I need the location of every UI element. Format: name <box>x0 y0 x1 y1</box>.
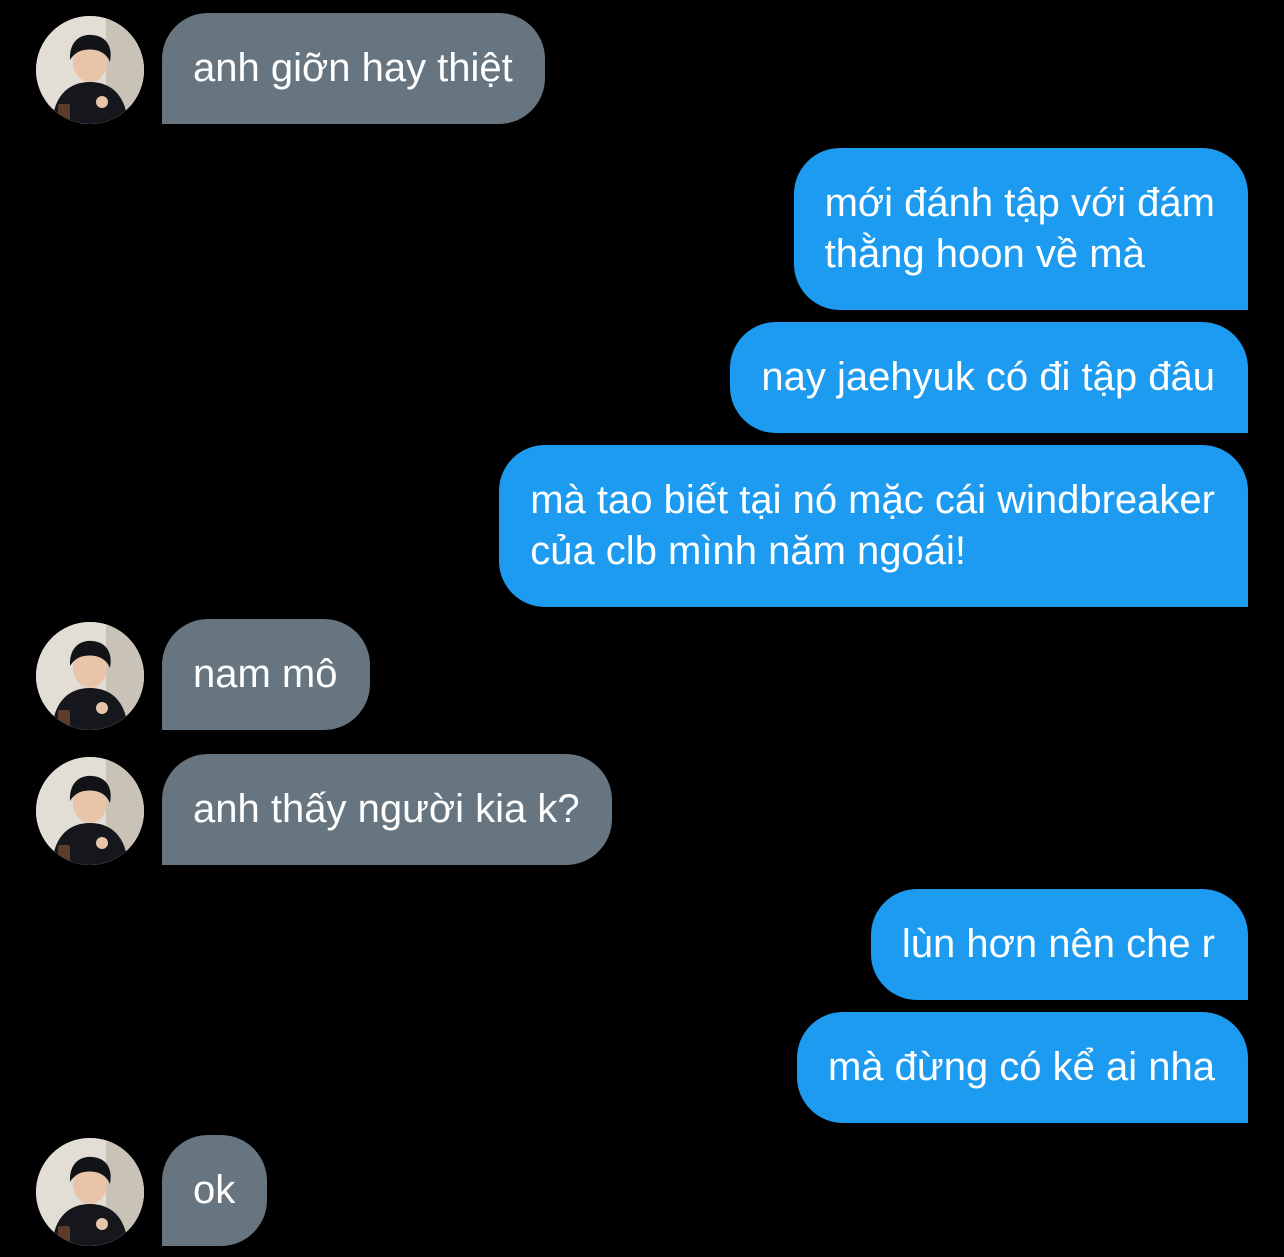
message-bubble-outgoing[interactable]: mà tao biết tại nó mặc cái windbreaker c… <box>499 445 1248 607</box>
avatar[interactable] <box>36 16 144 124</box>
message-bubble-outgoing[interactable]: lùn hơn nên che r <box>870 889 1248 1000</box>
message-text: nam mô <box>193 652 338 696</box>
message-text: ok <box>193 1168 236 1212</box>
message-bubble-outgoing[interactable]: nay jaehyuk có đi tập đâu <box>730 322 1248 433</box>
message-text: thằng hoon về mà <box>824 232 1145 276</box>
profile-photo-icon <box>36 16 144 124</box>
message-text: anh giỡn hay thiệt <box>193 46 513 90</box>
message-text: của clb mình năm ngoái! <box>530 529 967 573</box>
profile-photo-icon <box>36 757 144 865</box>
message-bubble-incoming[interactable]: anh thấy người kia k? <box>162 754 612 865</box>
avatar[interactable] <box>36 1138 144 1246</box>
message-bubble-incoming[interactable]: ok <box>162 1135 268 1246</box>
message-text: nay jaehyuk có đi tập đâu <box>761 355 1215 399</box>
message-bubble-incoming[interactable]: anh giỡn hay thiệt <box>162 13 545 124</box>
profile-photo-icon <box>36 622 144 730</box>
message-text: mới đánh tập với đám <box>824 181 1215 225</box>
avatar[interactable] <box>36 757 144 865</box>
message-text: lùn hơn nên che r <box>901 922 1215 966</box>
message-bubble-incoming[interactable]: nam mô <box>162 619 370 730</box>
message-text: mà đừng có kể ai nha <box>827 1045 1215 1089</box>
message-text: anh thấy người kia k? <box>193 787 580 831</box>
message-bubble-outgoing[interactable]: mà đừng có kể ai nha <box>796 1012 1248 1123</box>
avatar[interactable] <box>36 622 144 730</box>
profile-photo-icon <box>36 1138 144 1246</box>
message-text: mà tao biết tại nó mặc cái windbreaker <box>530 478 1215 522</box>
message-bubble-outgoing[interactable]: mới đánh tập với đám thằng hoon về mà <box>793 148 1248 310</box>
